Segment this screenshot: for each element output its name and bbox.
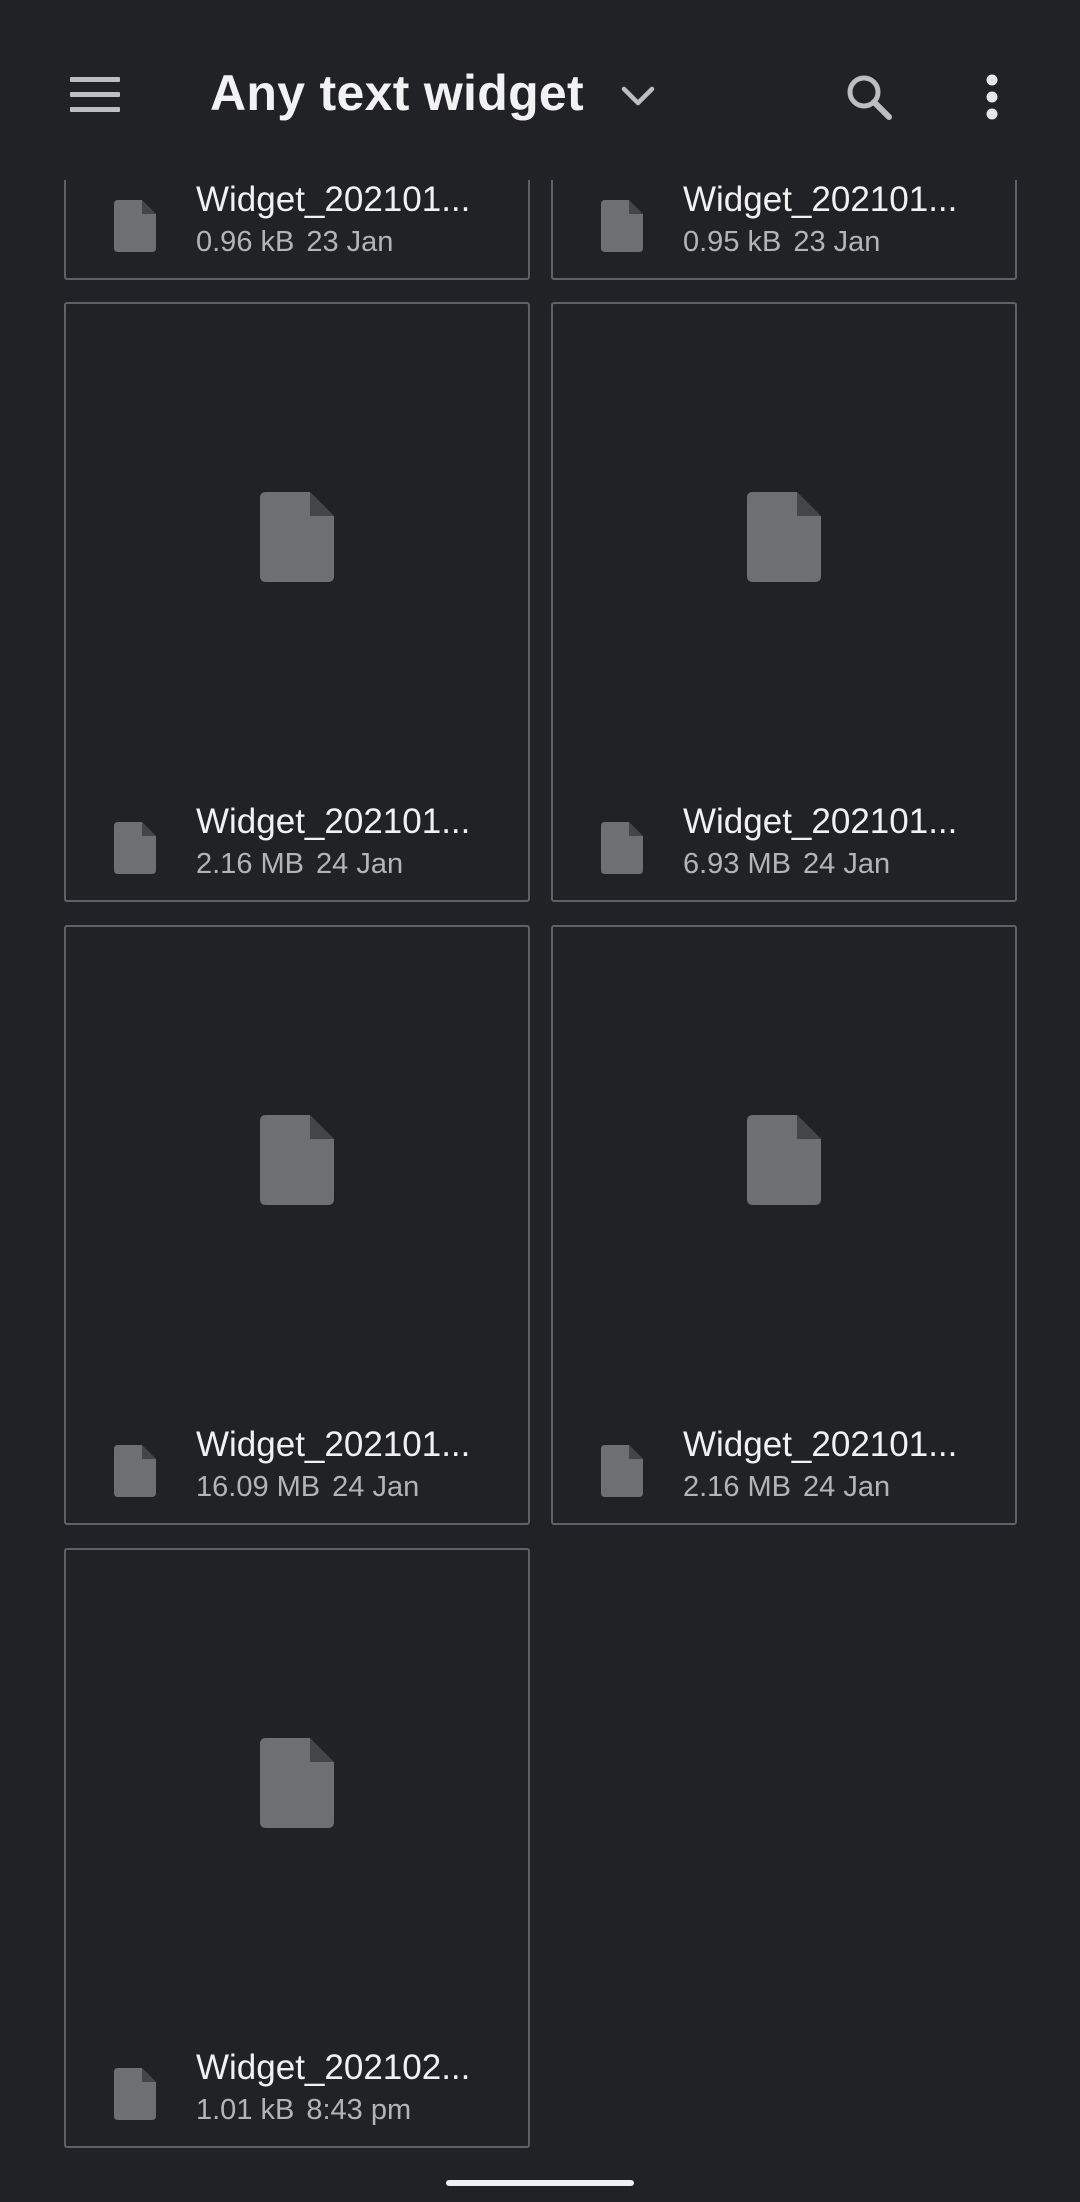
file-meta: 6.93 MB 24 Jan (683, 848, 890, 881)
file-date: 24 Jan (803, 848, 891, 880)
title-dropdown-button[interactable] (610, 68, 666, 124)
page-title[interactable]: Any text widget (210, 64, 584, 122)
card-footer: Widget_202101... 2.16 MB 24 Jan (66, 788, 528, 900)
search-icon (847, 75, 892, 120)
file-meta: 1.01 kB 8:43 pm (196, 2094, 411, 2127)
file-icon (601, 1445, 643, 1497)
file-size: 0.95 kB (683, 226, 782, 258)
file-size: 6.93 MB (683, 848, 791, 880)
file-size: 0.96 kB (196, 226, 295, 258)
file-icon (114, 2068, 156, 2120)
file-grid: Widget_202101... 0.96 kB 23 Jan Widget_20… (0, 180, 1080, 2202)
file-date: 24 Jan (316, 848, 404, 880)
file-card[interactable]: Widget_202101... 16.09 MB 24 Jan (64, 925, 530, 1525)
file-meta: 16.09 MB 24 Jan (196, 1471, 419, 1504)
file-card[interactable]: Widget_202101... 6.93 MB 24 Jan (551, 302, 1017, 902)
card-footer: Widget_202102... 1.01 kB 8:43 pm (66, 2034, 528, 2146)
file-icon (114, 822, 156, 874)
file-name: Widget_202101... (683, 180, 958, 219)
hamburger-menu-icon (70, 77, 120, 112)
card-footer: Widget_202101... 6.93 MB 24 Jan (553, 788, 1015, 900)
file-meta: 2.16 MB 24 Jan (683, 1471, 890, 1504)
file-name: Widget_202101... (683, 802, 958, 841)
file-date: 24 Jan (803, 1471, 891, 1503)
file-date: 24 Jan (332, 1471, 420, 1503)
menu-button[interactable] (60, 60, 130, 130)
chevron-down-icon (621, 86, 655, 106)
file-size: 2.16 MB (196, 848, 304, 880)
file-thumbnail-icon (747, 1115, 821, 1205)
file-card[interactable]: Widget_202101... 0.96 kB 23 Jan (64, 180, 530, 280)
file-name: Widget_202101... (196, 1425, 471, 1464)
file-name: Widget_202101... (683, 1425, 958, 1464)
file-thumbnail-icon (260, 1115, 334, 1205)
file-icon (601, 200, 643, 252)
file-icon (601, 822, 643, 874)
top-app-bar: Any text widget (0, 0, 1080, 180)
card-footer: Widget_202101... 0.95 kB 23 Jan (553, 180, 1015, 278)
file-meta: 2.16 MB 24 Jan (196, 848, 403, 881)
more-vert-icon (986, 74, 998, 120)
file-icon (114, 200, 156, 252)
file-name: Widget_202101... (196, 180, 471, 219)
file-card[interactable]: Widget_202101... 2.16 MB 24 Jan (64, 302, 530, 902)
file-size: 16.09 MB (196, 1471, 321, 1503)
file-meta: 0.96 kB 23 Jan (196, 226, 393, 259)
file-name: Widget_202102... (196, 2048, 471, 2087)
file-name: Widget_202101... (196, 802, 471, 841)
gesture-navigation-bar[interactable] (446, 2180, 634, 2186)
search-button[interactable] (836, 64, 902, 130)
file-icon (114, 1445, 156, 1497)
file-size: 2.16 MB (683, 1471, 791, 1503)
file-card[interactable]: Widget_202102... 1.01 kB 8:43 pm (64, 1548, 530, 2148)
file-thumbnail-icon (747, 492, 821, 582)
file-date: 8:43 pm (306, 2094, 412, 2126)
more-options-button[interactable] (962, 64, 1022, 130)
file-size: 1.01 kB (196, 2094, 295, 2126)
card-footer: Widget_202101... 16.09 MB 24 Jan (66, 1411, 528, 1523)
card-footer: Widget_202101... 2.16 MB 24 Jan (553, 1411, 1015, 1523)
file-thumbnail-icon (260, 1738, 334, 1828)
file-meta: 0.95 kB 23 Jan (683, 226, 880, 259)
file-date: 23 Jan (306, 226, 394, 258)
file-card[interactable]: Widget_202101... 2.16 MB 24 Jan (551, 925, 1017, 1525)
card-footer: Widget_202101... 0.96 kB 23 Jan (66, 180, 528, 278)
file-date: 23 Jan (793, 226, 881, 258)
file-card[interactable]: Widget_202101... 0.95 kB 23 Jan (551, 180, 1017, 280)
file-thumbnail-icon (260, 492, 334, 582)
